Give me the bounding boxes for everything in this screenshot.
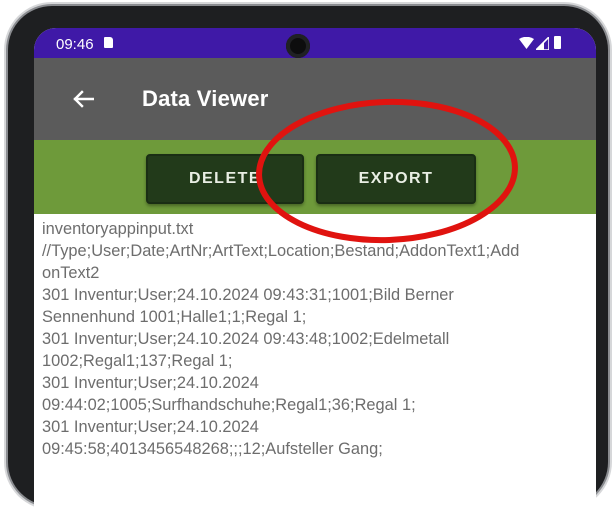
battery-icon [554,36,561,49]
camera-icon [286,34,310,58]
file-content-view[interactable]: inventoryappinput.txt //Type;User;Date;A… [42,218,590,460]
device-background: 09:46 Data Viewer DELETE EXPORT inventor… [0,0,616,508]
status-bar: 09:46 [34,28,596,58]
content-line: 301 Inventur;User;24.10.2024 09:43:31;10… [42,286,454,304]
sd-card-icon [104,37,113,48]
red-annotation-ellipse [256,98,518,244]
arrow-left-icon[interactable] [72,90,94,108]
content-line: onText2 [42,264,100,282]
page-title: Data Viewer [142,86,269,111]
content-line: 301 Inventur;User;24.10.2024 [42,418,259,436]
content-line: 09:44:02;1005;Surfhandschuhe;Regal1;36;R… [42,396,416,414]
content-line: 09:45:58;4013456548268;;;12;Aufsteller G… [42,440,383,458]
signal-icon [536,37,549,50]
content-line: 301 Inventur;User;24.10.2024 [42,374,259,392]
content-line: 301 Inventur;User;24.10.2024 09:43:48;10… [42,330,450,348]
content-line: Sennenhund 1001;Halle1;1;Regal 1; [42,308,307,326]
phone-frame: 09:46 Data Viewer DELETE EXPORT inventor… [8,6,608,508]
content-line: 1002;Regal1;137;Regal 1; [42,352,233,370]
status-time: 09:46 [56,36,94,53]
wifi-icon [519,37,534,49]
